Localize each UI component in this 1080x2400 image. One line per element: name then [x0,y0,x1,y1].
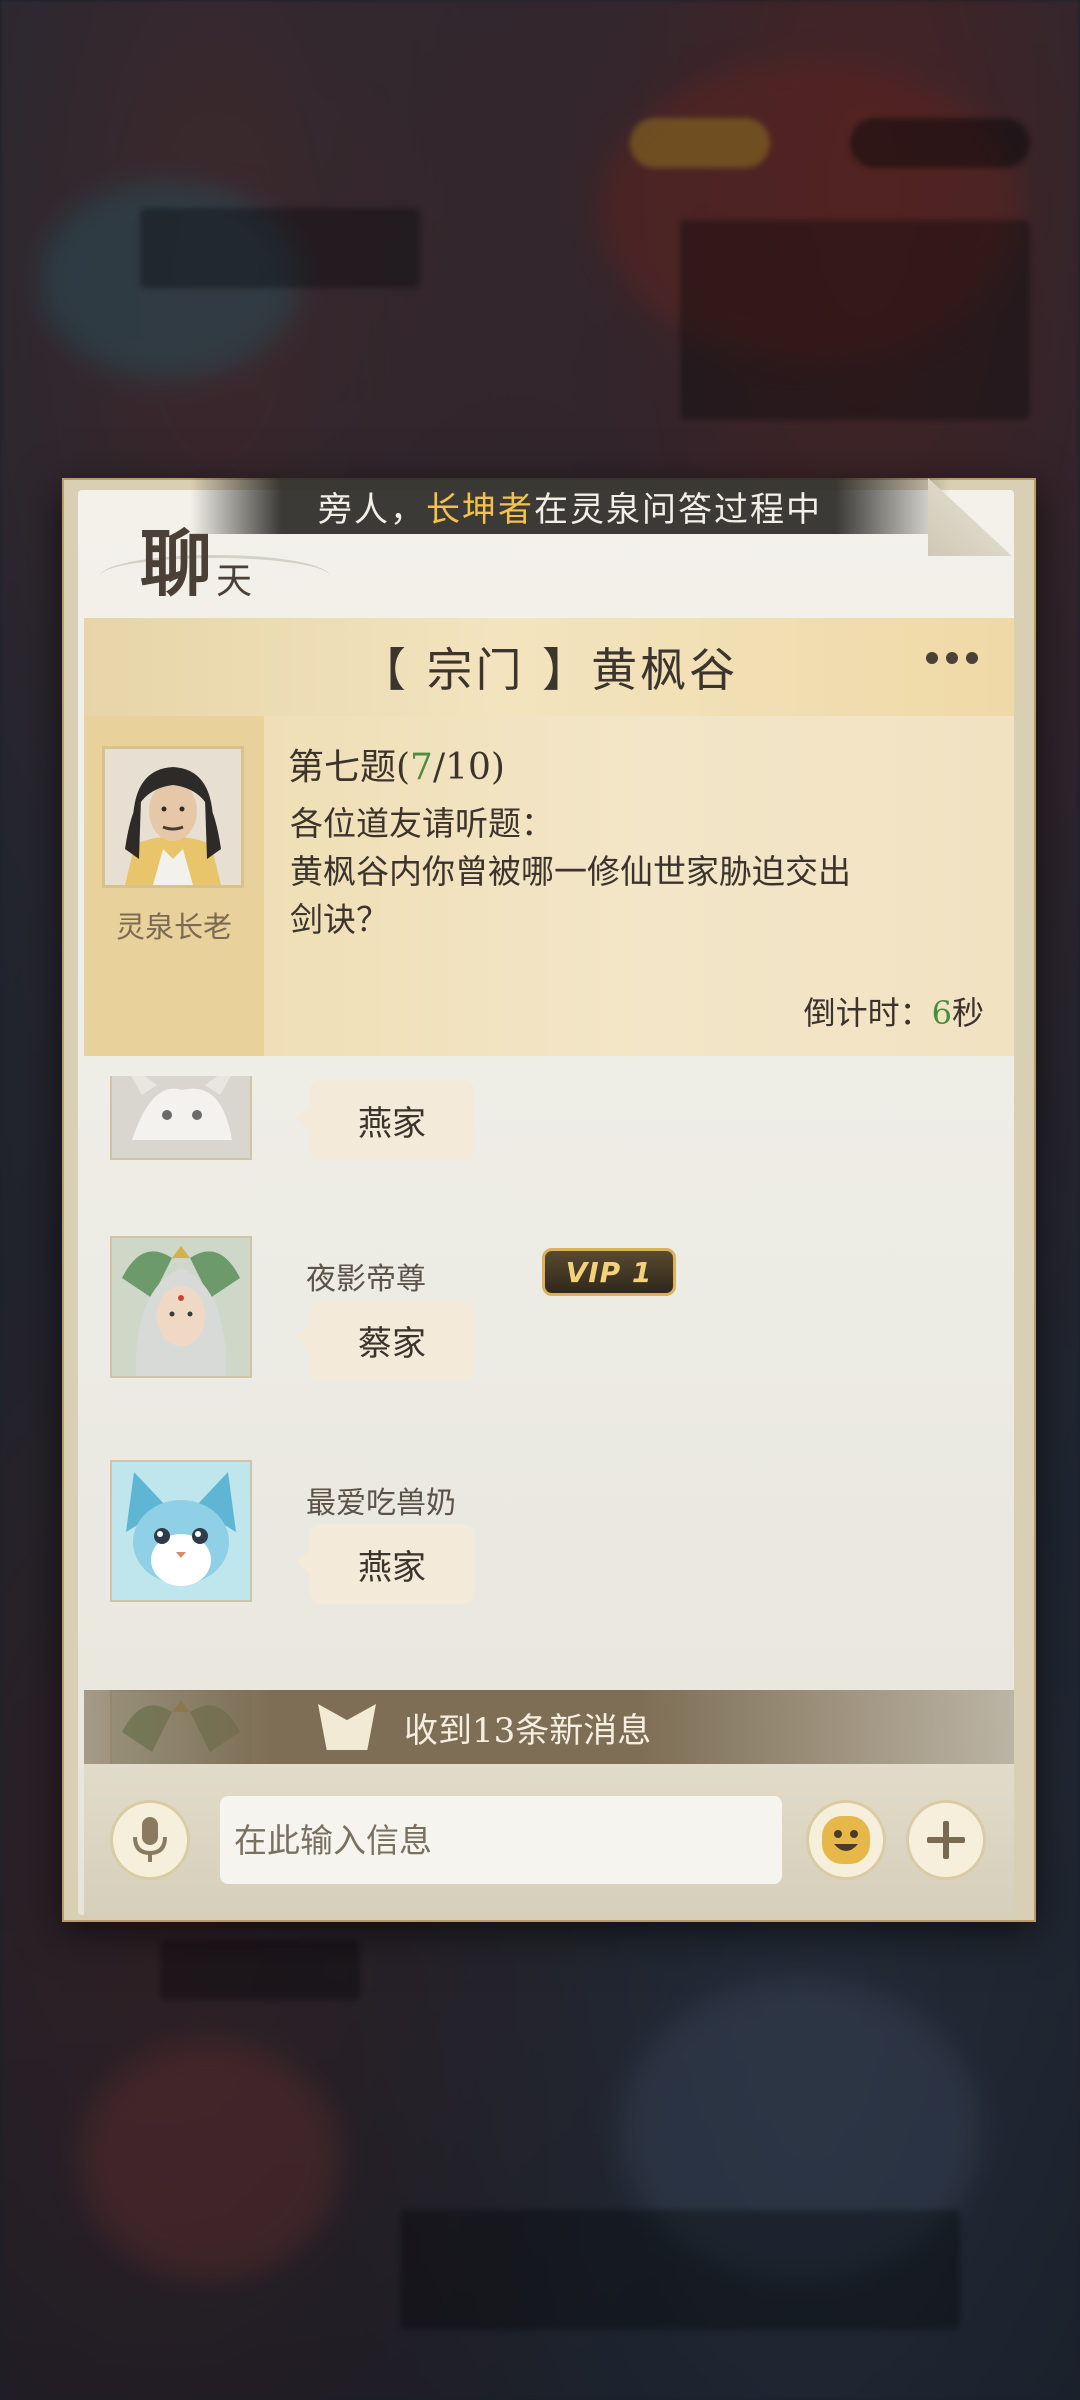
countdown-timer: 倒计时：6秒 [804,988,984,1034]
sender-name: 最爱吃兽奶 [306,1486,456,1521]
quiz-line: 黄枫谷内你曾被哪一修仙世家胁迫交出 [290,852,851,891]
countdown-label: 倒计时： [803,994,932,1032]
more-dot-icon [926,652,938,664]
user-avatar[interactable] [110,1236,252,1378]
elder-portrait-icon [105,749,241,885]
quiz-line: 剑诀？ [290,900,389,939]
quiz-total: /10) [432,747,505,788]
message-bubble: 燕家 [296,1080,474,1160]
message-item: 夜影帝尊 VIP 1 蔡家 [84,1236,1014,1386]
message-item: 燕家 [84,1076,1014,1168]
quiz-line: 各位道友请听题： [290,804,554,843]
elder-avatar[interactable] [102,746,244,888]
more-options-button[interactable] [926,652,978,664]
quiz-title: 第七题(7/10) [288,738,505,790]
status-banner: 旁人， 长坤者 在灵泉问答过程中 [190,478,950,534]
silver-hair-hero-avatar-icon [112,1238,250,1376]
elder-name: 灵泉长老 [115,910,232,944]
voice-input-button[interactable] [110,1800,190,1880]
quiz-current-number: 7 [410,747,433,788]
new-messages-notice[interactable]: 收到13条新消息 [84,1690,1014,1764]
channel-name: 【 宗门 】黄枫谷 [359,643,739,697]
emoji-button[interactable] [806,1800,886,1880]
message-item: 最爱吃兽奶 燕家 [84,1460,1014,1610]
countdown-value: 6 [931,994,952,1032]
vip-badge: VIP 1 [542,1248,676,1296]
more-actions-button[interactable] [906,1800,986,1880]
banner-suffix: 在灵泉问答过程中 [534,489,822,530]
quiz-title-prefix: 第七题( [288,747,411,788]
chat-input-bar [84,1764,1014,1916]
message-list[interactable]: 燕家 夜影帝尊 VIP 1 蔡家 最爱吃兽奶 燕家 [84,1076,1014,1766]
more-dot-icon [966,652,978,664]
microphone-icon [133,1817,167,1862]
chat-title-sub: 天 [216,561,253,602]
sender-name: 夜影帝尊 [306,1262,426,1297]
plus-icon [927,1821,965,1859]
new-messages-label: 收到13条新消息 [404,1710,652,1751]
banner-player-name: 长坤者 [426,489,534,530]
user-avatar[interactable] [110,1460,252,1602]
white-dragon-avatar-icon [112,1076,250,1158]
blue-beast-avatar-icon [112,1462,250,1600]
message-bubble: 燕家 [296,1524,474,1604]
user-avatar[interactable] [110,1076,252,1160]
quiz-question-text: 各位道友请听题： 黄枫谷内你曾被哪一修仙世家胁迫交出 剑诀？ [290,800,990,944]
emoji-face-icon [822,1816,870,1864]
message-input[interactable] [220,1796,782,1884]
channel-header: 【 宗门 】黄枫谷 [84,618,1014,716]
message-bubble: 蔡家 [296,1300,474,1380]
banner-prefix: 旁人， [318,489,426,530]
more-dot-icon [946,652,958,664]
quiz-question-card: 灵泉长老 第七题(7/10) 各位道友请听题： 黄枫谷内你曾被哪一修仙世家胁迫交… [84,716,1014,1056]
countdown-unit: 秒 [951,994,984,1032]
scroll-down-icon [318,1704,376,1750]
